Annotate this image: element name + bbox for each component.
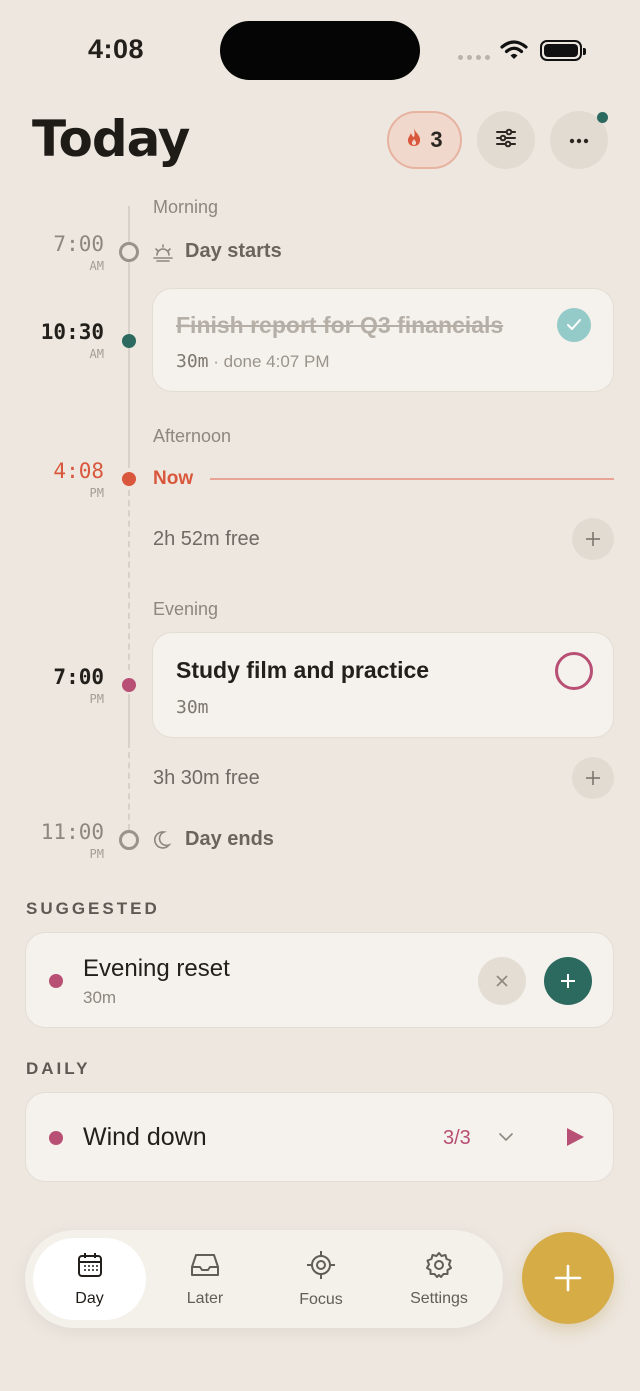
suggested-heading: SUGGESTED bbox=[26, 899, 160, 918]
calendar-icon bbox=[76, 1251, 104, 1284]
tab-label: Day bbox=[75, 1289, 104, 1307]
task-complete-checkbox[interactable] bbox=[557, 308, 591, 342]
sliders-icon bbox=[495, 128, 517, 153]
day-end-marker bbox=[119, 830, 139, 850]
task-done-text: · done 4:07 PM bbox=[213, 352, 330, 371]
moon-icon bbox=[153, 830, 172, 855]
now-time: 4:08 bbox=[53, 459, 104, 483]
tab-bar: Day Later Focus Settings bbox=[25, 1230, 503, 1328]
task-open-dot bbox=[122, 678, 136, 692]
battery-icon bbox=[540, 40, 586, 61]
day-end-time: 11:00 bbox=[40, 820, 104, 844]
timeline-free-gap bbox=[128, 490, 130, 670]
checkmark-icon bbox=[567, 319, 581, 330]
now-ampm: PM bbox=[89, 486, 104, 500]
day-end-ampm: PM bbox=[89, 847, 104, 861]
plus-icon bbox=[586, 532, 600, 546]
section-afternoon: Afternoon bbox=[153, 426, 232, 446]
day-start-label: Day starts bbox=[185, 240, 282, 262]
task-done-dot bbox=[122, 334, 136, 348]
cellular-signal-icon bbox=[458, 55, 490, 60]
daily-item-dot bbox=[49, 1131, 63, 1145]
timeline-line bbox=[128, 206, 130, 242]
play-icon[interactable] bbox=[564, 1126, 586, 1153]
tab-label: Focus bbox=[299, 1290, 343, 1308]
chevron-down-icon[interactable] bbox=[498, 1129, 514, 1147]
plus-icon bbox=[561, 974, 575, 988]
tab-day[interactable]: Day bbox=[33, 1238, 146, 1320]
daily-item-title: Wind down bbox=[83, 1123, 207, 1151]
day-start-time: 7:00 bbox=[53, 232, 104, 256]
task-title: Study film and practice bbox=[176, 657, 430, 683]
task-duration: 30m bbox=[176, 351, 209, 372]
target-icon bbox=[306, 1250, 336, 1285]
timeline-free-gap bbox=[128, 742, 130, 830]
plus-icon bbox=[586, 771, 600, 785]
free-time-label: 3h 30m free bbox=[153, 767, 260, 789]
suggested-item-duration: 30m bbox=[83, 988, 117, 1007]
wifi-icon bbox=[500, 39, 528, 66]
dismiss-suggestion-button[interactable] bbox=[478, 957, 526, 1005]
streak-count: 3 bbox=[430, 127, 443, 152]
section-evening: Evening bbox=[153, 599, 219, 619]
day-end-label: Day ends bbox=[185, 828, 274, 850]
daily-item-progress: 3/3 bbox=[443, 1127, 471, 1149]
free-time-label: 2h 52m free bbox=[153, 528, 260, 550]
sunrise-icon bbox=[152, 241, 174, 268]
daily-item-wind-down[interactable]: Wind down 3/3 bbox=[25, 1092, 614, 1182]
ellipsis-icon bbox=[569, 131, 589, 149]
notification-badge bbox=[597, 112, 608, 123]
task-card-study-film[interactable]: Study film and practice 30m bbox=[152, 632, 614, 738]
dynamic-island bbox=[220, 21, 420, 80]
task-meta: 30m · done 4:07 PM bbox=[176, 351, 330, 372]
timeline-line bbox=[128, 694, 130, 742]
task-done-time: 10:30 bbox=[40, 320, 104, 344]
tab-label: Settings bbox=[410, 1289, 468, 1307]
timeline-line bbox=[128, 262, 130, 468]
task-checkbox[interactable] bbox=[555, 652, 593, 690]
add-task-button[interactable] bbox=[572, 757, 614, 799]
now-label: Now bbox=[153, 468, 194, 489]
gear-icon bbox=[425, 1251, 453, 1284]
tab-focus[interactable]: Focus bbox=[266, 1238, 376, 1320]
now-line bbox=[210, 478, 614, 480]
day-start-ampm: AM bbox=[89, 259, 104, 273]
tab-settings[interactable]: Settings bbox=[382, 1238, 496, 1320]
add-task-button[interactable] bbox=[572, 518, 614, 560]
filter-button[interactable] bbox=[477, 111, 535, 169]
task-open-ampm: PM bbox=[89, 692, 104, 706]
add-task-fab[interactable] bbox=[522, 1232, 614, 1324]
suggested-item-title: Evening reset bbox=[83, 955, 230, 982]
task-duration: 30m bbox=[176, 697, 209, 718]
task-title: Finish report for Q3 financials bbox=[176, 312, 504, 338]
task-done-ampm: AM bbox=[89, 347, 104, 361]
tab-label: Later bbox=[186, 1289, 224, 1307]
status-time: 4:08 bbox=[88, 34, 145, 64]
task-open-time: 7:00 bbox=[53, 665, 104, 689]
add-suggestion-button[interactable] bbox=[544, 957, 592, 1005]
streak-button[interactable]: 3 bbox=[387, 111, 462, 169]
plus-icon bbox=[554, 1264, 582, 1292]
day-start-marker bbox=[119, 242, 139, 262]
task-card-finish-report[interactable]: Finish report for Q3 financials 30m · do… bbox=[152, 288, 614, 392]
now-dot bbox=[122, 472, 136, 486]
flame-icon bbox=[406, 127, 422, 153]
tab-later[interactable]: Later bbox=[150, 1238, 260, 1320]
inbox-icon bbox=[190, 1251, 220, 1284]
page-title: Today bbox=[32, 110, 190, 168]
daily-heading: DAILY bbox=[26, 1059, 91, 1078]
section-morning: Morning bbox=[153, 197, 219, 217]
close-icon bbox=[496, 975, 508, 987]
suggested-item-evening-reset[interactable]: Evening reset 30m bbox=[25, 932, 614, 1028]
suggested-item-dot bbox=[49, 974, 63, 988]
